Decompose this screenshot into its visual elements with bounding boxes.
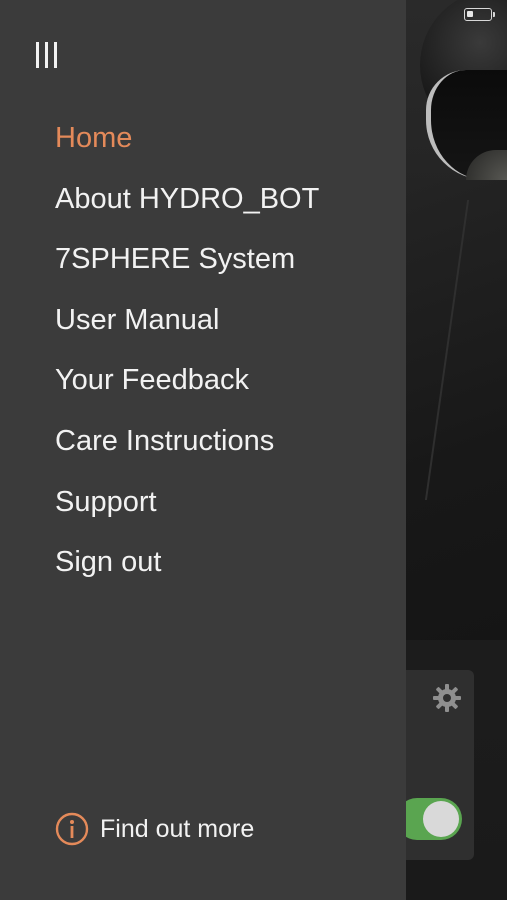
menu-item-7sphere-system[interactable]: 7SPHERE System <box>55 237 319 298</box>
app-screen: Home About HYDRO_BOT 7SPHERE System User… <box>0 0 507 900</box>
find-out-more-link[interactable]: Find out more <box>55 811 254 847</box>
toggle-knob <box>423 801 459 837</box>
hero-image <box>406 0 507 640</box>
menu-item-support[interactable]: Support <box>55 480 319 541</box>
drawer-menu: Home About HYDRO_BOT 7SPHERE System User… <box>55 116 319 601</box>
menu-item-user-manual[interactable]: User Manual <box>55 298 319 359</box>
battery-low-icon <box>464 8 495 21</box>
menu-item-sign-out[interactable]: Sign out <box>55 540 319 601</box>
find-out-more-label: Find out more <box>100 814 255 843</box>
navigation-drawer: Home About HYDRO_BOT 7SPHERE System User… <box>0 0 406 900</box>
menu-item-about[interactable]: About HYDRO_BOT <box>55 177 319 238</box>
menu-item-home[interactable]: Home <box>55 116 319 177</box>
info-circle-icon <box>55 812 89 846</box>
hamburger-menu-icon[interactable] <box>36 42 62 70</box>
gear-icon[interactable] <box>432 683 462 713</box>
menu-item-care-instructions[interactable]: Care Instructions <box>55 419 319 480</box>
menu-item-feedback[interactable]: Your Feedback <box>55 358 319 419</box>
